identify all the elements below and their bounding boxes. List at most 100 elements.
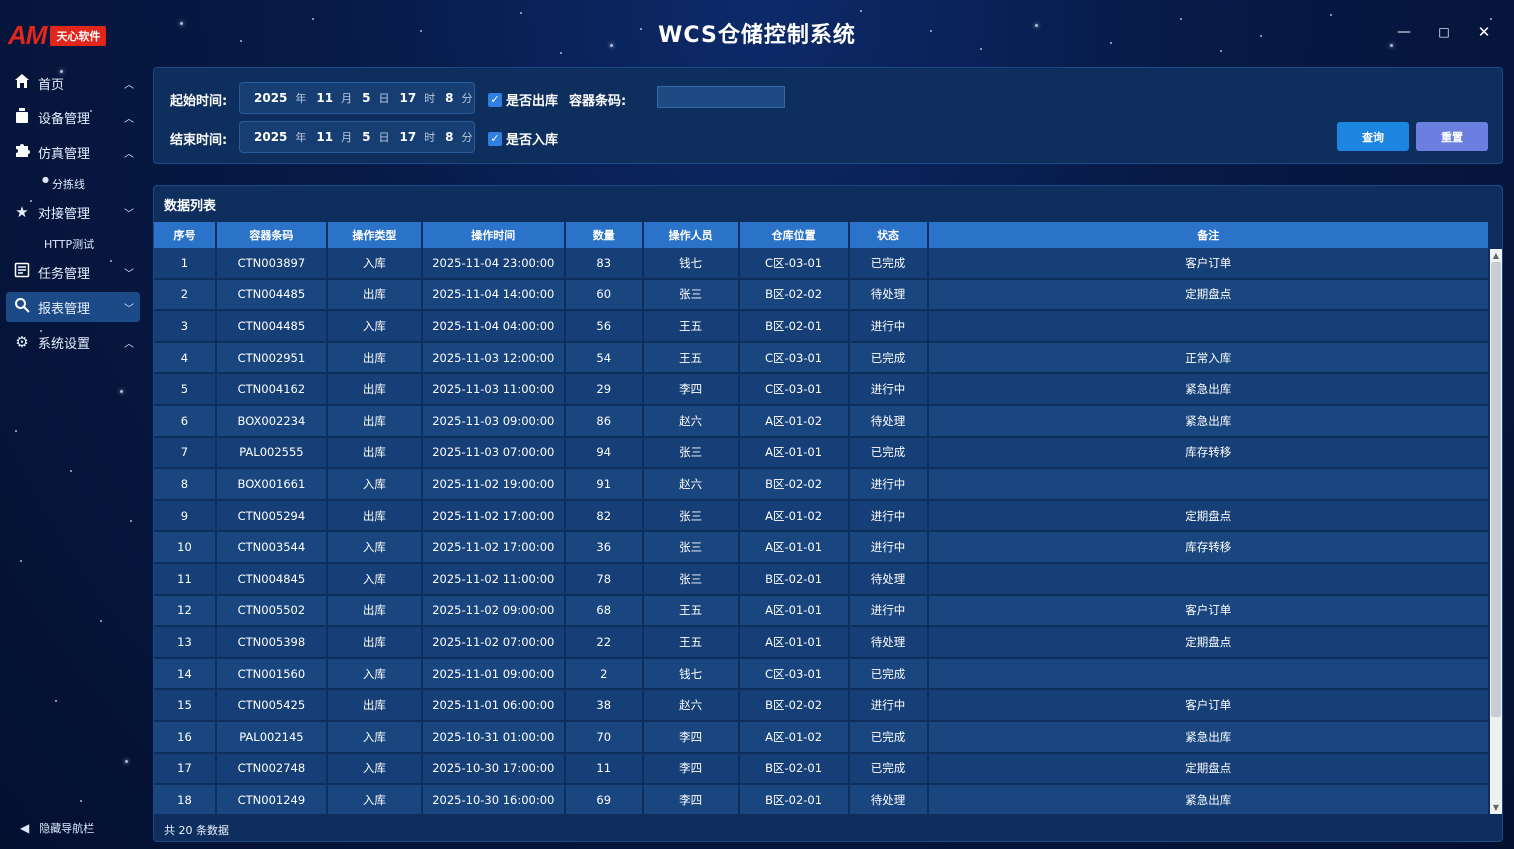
table-row[interactable]: 11 CTN004845 入库 2025-11-02 11:00:00 78 张三 B区-0… — [154, 562, 1490, 596]
sidebar-item-reports[interactable]: 报表管理 ﹀ — [6, 292, 140, 322]
table-cell: 36 — [564, 531, 644, 564]
table-row[interactable]: 9 CTN005294 出库 2025-11-02 17:00:00 82 张三 A区-01… — [154, 499, 1490, 533]
column-header: 序号 — [154, 222, 217, 248]
table-row[interactable]: 17 CTN002748 入库 2025-10-30 17:00:00 11 李四 B区-0… — [154, 752, 1490, 786]
table-row[interactable]: 10 CTN003544 入库 2025-11-02 17:00:00 36 张三 A区-0… — [154, 531, 1490, 564]
table-cell: CTN004485 — [215, 278, 328, 312]
table-cell: 2025-11-04 23:00:00 — [421, 248, 566, 280]
table-cell: 2025-11-01 09:00:00 — [421, 657, 566, 691]
table-cell: 69 — [564, 784, 644, 814]
start-time-picker[interactable]: 2025 年 11 月 5日 17 时 8分 — [239, 82, 475, 114]
column-header: 容器条码 — [215, 222, 328, 248]
title-bar: AM 天心软件 WCS仓储控制系统 — □ ✕ — [0, 0, 1514, 60]
sidebar-subitem-http[interactable]: HTTP测试 — [0, 232, 146, 254]
sidebar-item-label: 仿真管理 — [38, 146, 91, 162]
table-cell: 张三 — [642, 499, 740, 533]
caret-left-icon: ◀ — [20, 821, 30, 835]
table-row[interactable]: 7 PAL002555 出库 2025-11-03 07:00:00 94 张三 A区-01… — [154, 436, 1490, 470]
sidebar-item-simulation[interactable]: 仿真管理 ︿ — [6, 137, 140, 167]
table-cell: 5 — [154, 373, 217, 406]
table-row[interactable]: 5 CTN004162 出库 2025-11-03 11:00:00 29 李四 C区-03… — [154, 373, 1490, 406]
chevron-down-icon: ﹀ — [124, 208, 134, 220]
table-cell: 38 — [564, 689, 644, 722]
table-cell: 王五 — [642, 594, 740, 628]
inbound-checkbox[interactable]: ✓ 是否入库 — [488, 129, 558, 148]
table-cell: 出库 — [326, 626, 423, 659]
table-cell: 进行中 — [848, 468, 929, 501]
outbound-checkbox[interactable]: ✓ 是否出库 — [488, 90, 558, 109]
table-cell: 紧急出库 — [927, 404, 1490, 438]
table-cell: 进行中 — [848, 310, 929, 343]
sidebar-subitem-sorting[interactable]: ● 分拣线 — [0, 172, 146, 194]
table-cell: 出库 — [326, 689, 423, 722]
table-cell: 54 — [564, 341, 644, 375]
table-cell: B区-02-02 — [738, 689, 850, 722]
table-cell: 入库 — [326, 531, 423, 564]
table-cell: 进行中 — [848, 689, 929, 722]
table-row[interactable]: 1 CTN003897 入库 2025-11-04 23:00:00 83 钱七 C区-03… — [154, 248, 1490, 280]
table-cell: 定期盘点 — [927, 626, 1490, 659]
table-cell: B区-02-01 — [738, 784, 850, 814]
reset-button[interactable]: 重置 — [1416, 122, 1488, 151]
table-row[interactable]: 2 CTN004485 出库 2025-11-04 14:00:00 60 张三 B区-02… — [154, 278, 1490, 312]
sidebar-item-home[interactable]: 首页 ︿ — [6, 68, 140, 98]
sidebar-item-settings[interactable]: ⚙ 系统设置 ︿ — [6, 327, 140, 357]
sidebar-item-integration[interactable]: ★ 对接管理 ﹀ — [6, 197, 140, 227]
table-cell: 2025-10-31 01:00:00 — [421, 720, 566, 754]
table-cell: 定期盘点 — [927, 752, 1490, 786]
minimize-icon[interactable]: — — [1392, 22, 1416, 42]
table-cell: 出库 — [326, 341, 423, 375]
close-icon[interactable]: ✕ — [1472, 22, 1496, 42]
chevron-down-icon: ﹀ — [124, 303, 134, 315]
chevron-up-icon: ︿ — [124, 113, 134, 125]
table-cell: 已完成 — [848, 436, 929, 470]
table-cell: 库存转移 — [927, 531, 1490, 564]
maximize-icon[interactable]: □ — [1432, 22, 1456, 42]
table-cell: 2025-10-30 17:00:00 — [421, 752, 566, 786]
table-row[interactable]: 13 CTN005398 出库 2025-11-02 07:00:00 22 王五 A区-0… — [154, 626, 1490, 659]
container-code-label: 容器条码: — [569, 94, 627, 109]
table-cell — [927, 562, 1490, 596]
home-icon — [12, 73, 32, 93]
table-cell: CTN001249 — [215, 784, 328, 814]
column-header: 状态 — [848, 222, 929, 248]
scroll-up-icon[interactable]: ▲ — [1490, 250, 1502, 262]
column-header: 操作类型 — [326, 222, 423, 248]
query-button[interactable]: 查询 — [1337, 122, 1409, 151]
table-row[interactable]: 8 BOX001661 入库 2025-11-02 19:00:00 91 赵六 B区-02… — [154, 468, 1490, 501]
table-cell: 李四 — [642, 752, 740, 786]
sidebar-item-device[interactable]: 设备管理 ︿ — [6, 102, 140, 132]
table-cell: 入库 — [326, 310, 423, 343]
table-row[interactable]: 4 CTN002951 出库 2025-11-03 12:00:00 54 王五 C区-03… — [154, 341, 1490, 375]
scroll-down-icon[interactable]: ▼ — [1490, 802, 1502, 814]
scrollbar-thumb[interactable] — [1491, 262, 1501, 717]
table-cell: B区-02-01 — [738, 310, 850, 343]
table-row[interactable]: 14 CTN001560 入库 2025-11-01 09:00:00 2 钱七 C区-03… — [154, 657, 1490, 691]
table-row[interactable]: 12 CTN005502 出库 2025-11-02 09:00:00 68 王五 A区-0… — [154, 594, 1490, 628]
table-row[interactable]: 3 CTN004485 入库 2025-11-04 04:00:00 56 王五 B区-02… — [154, 310, 1490, 343]
table-row[interactable]: 6 BOX002234 出库 2025-11-03 09:00:00 86 赵六 A区-01… — [154, 404, 1490, 438]
table-cell: 82 — [564, 499, 644, 533]
sidebar-item-tasks[interactable]: 任务管理 ﹀ — [6, 257, 140, 287]
table-cell: 王五 — [642, 310, 740, 343]
table-row[interactable]: 15 CTN005425 出库 2025-11-01 06:00:00 38 赵六 B区-0… — [154, 689, 1490, 722]
table-row[interactable]: 16 PAL002145 入库 2025-10-31 01:00:00 70 李四 A区-0… — [154, 720, 1490, 754]
app-title: WCS仓储控制系统 — [658, 23, 856, 48]
table-cell: 王五 — [642, 626, 740, 659]
table-cell: 6 — [154, 404, 217, 438]
hide-nav-button[interactable]: ◀ 隐藏导航栏 — [20, 820, 94, 836]
container-code-input[interactable] — [657, 86, 785, 108]
table-cell: 29 — [564, 373, 644, 406]
table-cell: CTN004162 — [215, 373, 328, 406]
sidebar-item-label: 报表管理 — [38, 301, 91, 317]
table-cell: 3 — [154, 310, 217, 343]
table-cell: 定期盘点 — [927, 278, 1490, 312]
table-cell: CTN003897 — [215, 248, 328, 280]
table-row[interactable]: 18 CTN001249 入库 2025-10-30 16:00:00 69 李四 B区-0… — [154, 784, 1490, 814]
inbound-checkbox-label: 是否入库 — [506, 133, 559, 148]
table-cell: CTN002951 — [215, 341, 328, 375]
table-cell: 出库 — [326, 436, 423, 470]
table-cell: C区-03-01 — [738, 657, 850, 691]
end-time-picker[interactable]: 2025 年 11 月 5日 17 时 8分 — [239, 121, 475, 153]
table-header-row: 序号 容器条码 操作类型 操作时间 数量 操作人员 仓库位置 状态 备注 — [154, 222, 1490, 248]
